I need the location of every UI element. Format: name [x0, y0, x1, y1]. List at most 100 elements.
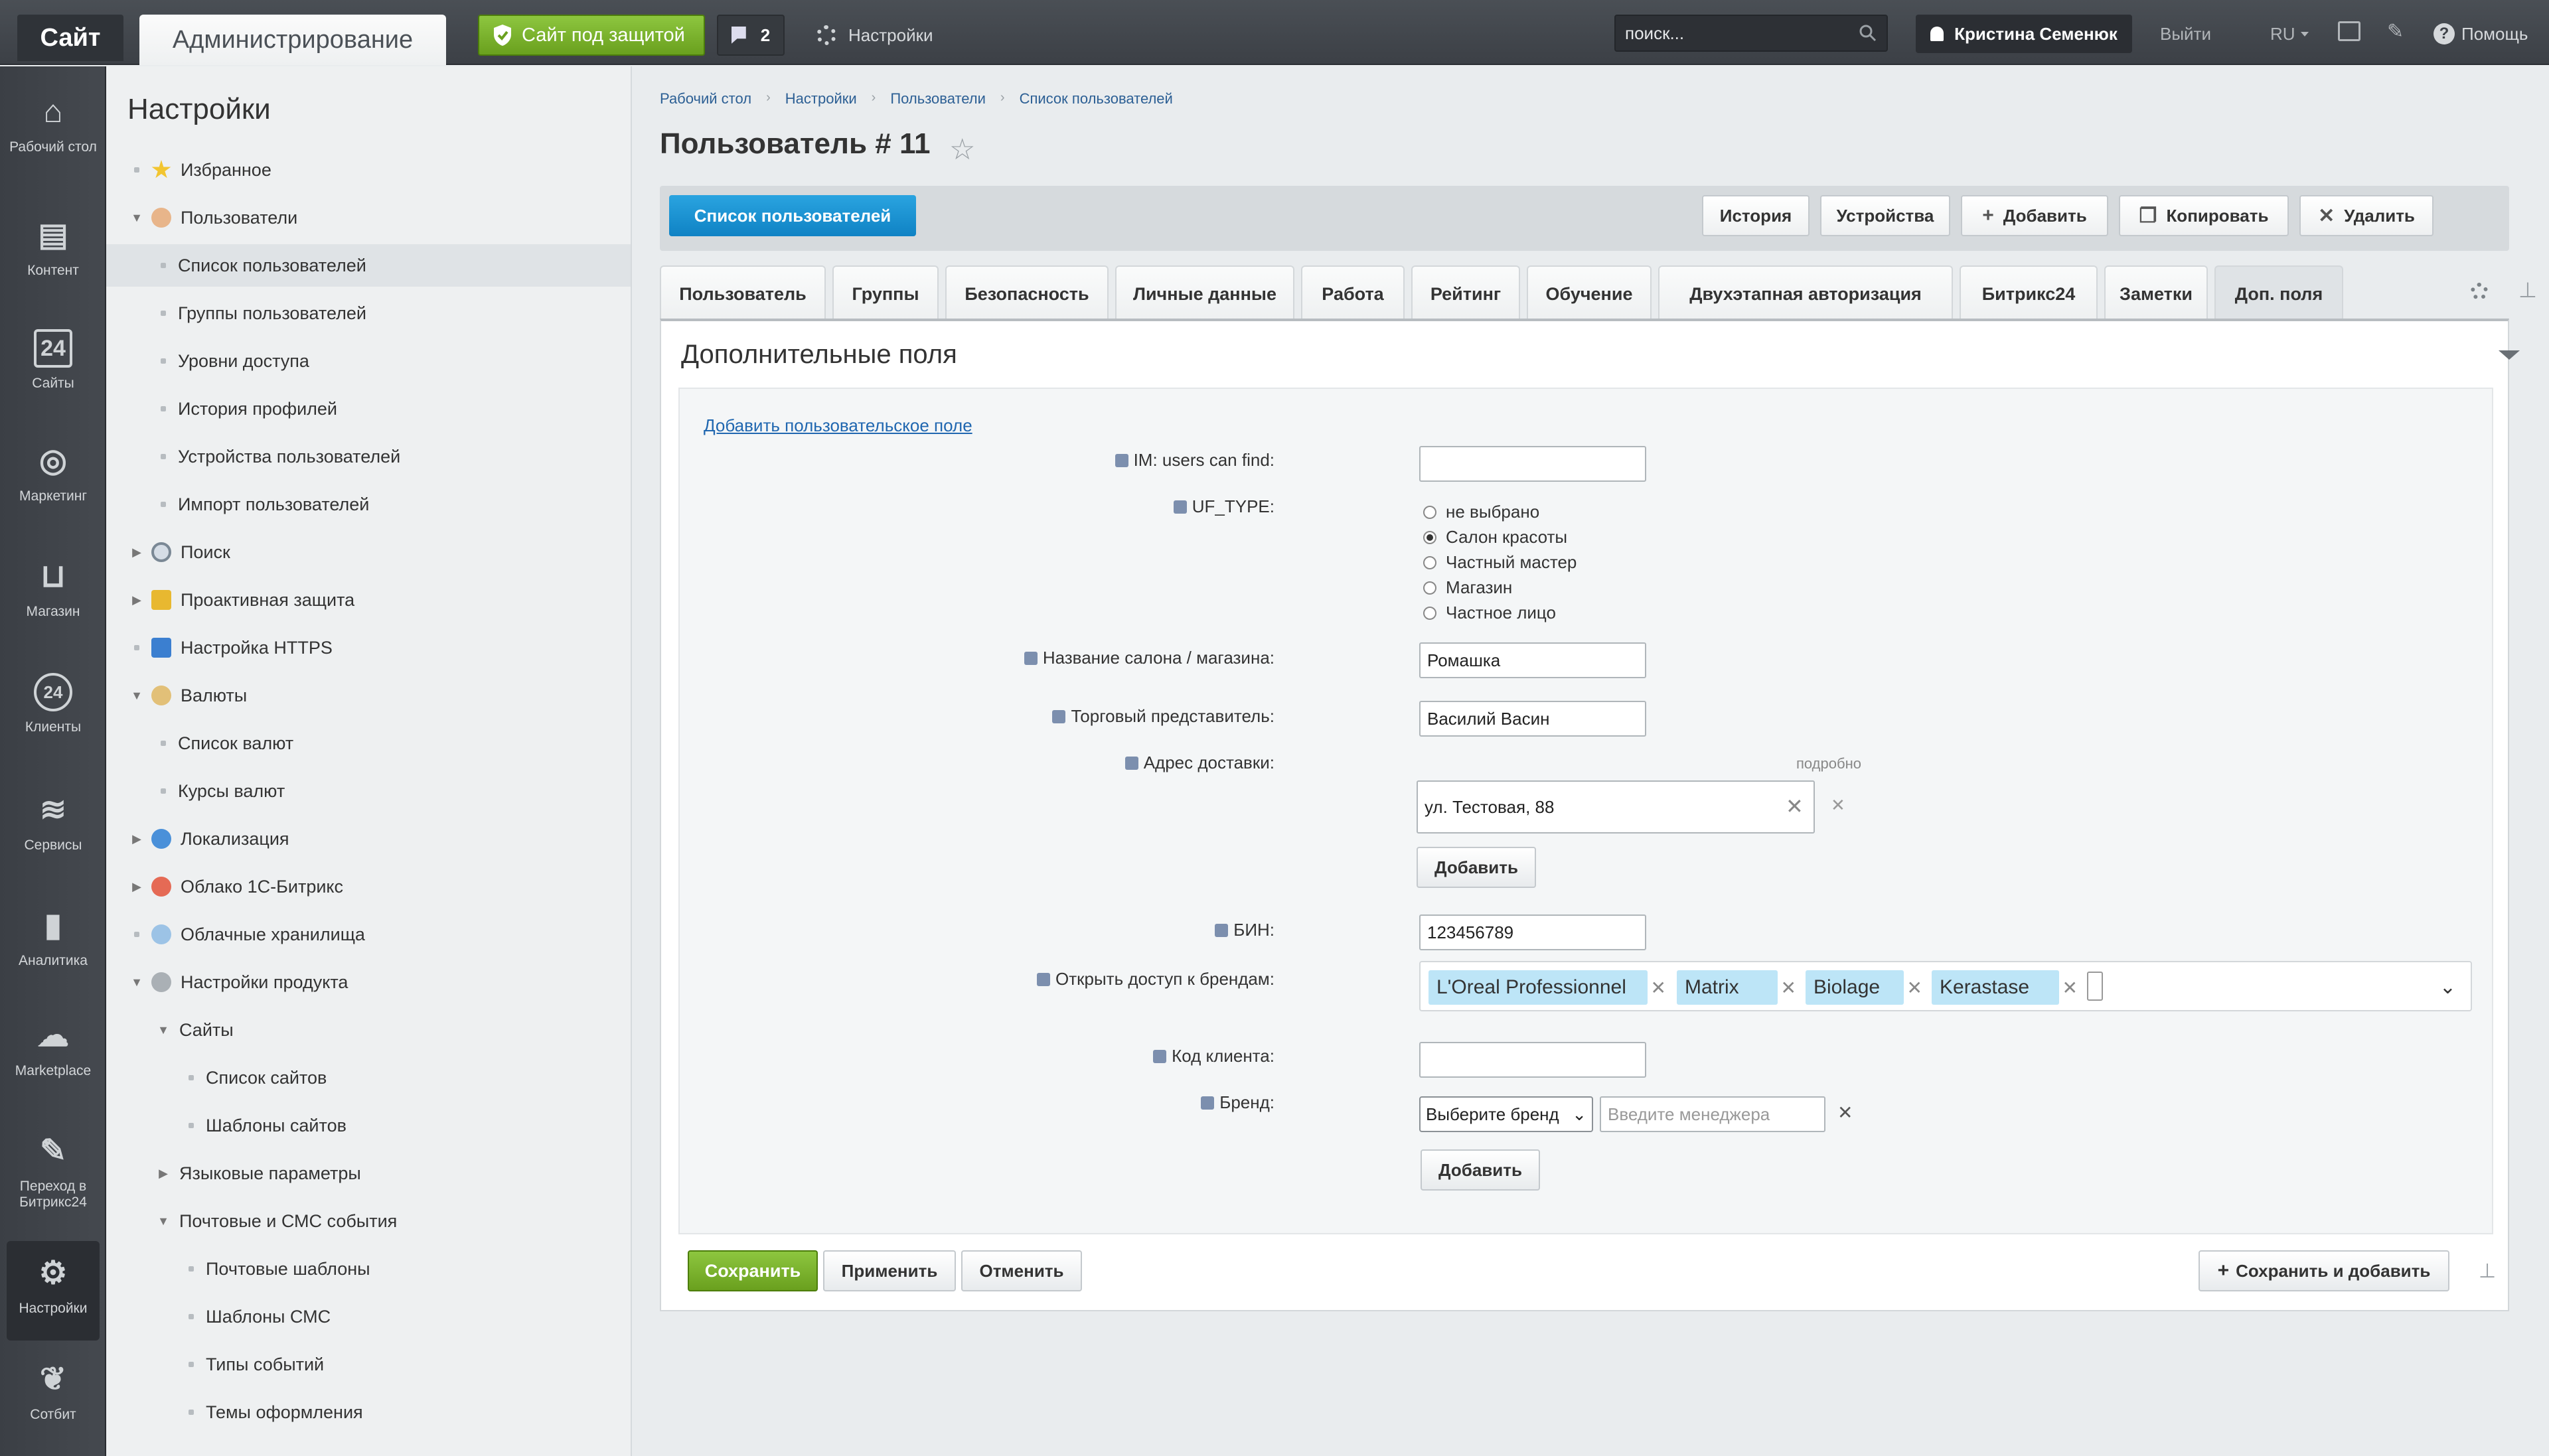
- uf-type-radio[interactable]: Салон красоты: [1423, 527, 1567, 547]
- menu-item[interactable]: Облачные хранилища: [106, 913, 631, 956]
- tab-rating[interactable]: Рейтинг: [1411, 265, 1520, 321]
- im-search-input[interactable]: [1419, 446, 1646, 482]
- menu-item[interactable]: Темы оформления: [106, 1391, 631, 1433]
- brands-multiselect[interactable]: L'Oreal Professionnel ✕ Matrix ✕ Biolage ✕ …: [1419, 961, 2472, 1011]
- language-select[interactable]: RU: [2270, 20, 2309, 48]
- history-button[interactable]: История: [1702, 195, 1810, 236]
- menu-item[interactable]: ▼ Валюты: [106, 674, 631, 717]
- radio-button[interactable]: [1423, 555, 1436, 569]
- radio-button[interactable]: [1423, 606, 1436, 620]
- nav-analytics[interactable]: ▮ Аналитика: [0, 907, 106, 969]
- menu-item[interactable]: Настройка HTTPS: [106, 626, 631, 669]
- add-button[interactable]: + Добавить: [1961, 195, 2108, 236]
- tab-work[interactable]: Работа: [1301, 265, 1405, 321]
- tab-groups[interactable]: Группы: [832, 265, 939, 321]
- address-detail-link[interactable]: подробно: [1796, 755, 1861, 772]
- remove-address-icon[interactable]: ✕: [1831, 795, 1845, 816]
- cancel-button[interactable]: Отменить: [961, 1250, 1082, 1291]
- tab-two-factor[interactable]: Двухэтапная авторизация: [1658, 265, 1953, 321]
- breadcrumb-item[interactable]: Рабочий стол: [660, 90, 751, 108]
- remove-chip-icon[interactable]: ✕: [1781, 977, 1796, 999]
- pin-icon[interactable]: ⊥: [2518, 277, 2537, 303]
- menu-item[interactable]: ▼ Сайты: [106, 1009, 631, 1051]
- nav-sites[interactable]: 24 Сайты: [0, 329, 106, 392]
- window-icon[interactable]: [2338, 21, 2360, 41]
- menu-item[interactable]: Избранное: [106, 149, 631, 191]
- uf-type-radio[interactable]: Магазин: [1423, 577, 1512, 598]
- menu-item[interactable]: Почтовые шаблоны: [106, 1248, 631, 1290]
- breadcrumb-item[interactable]: Пользователи: [890, 90, 986, 108]
- remove-brand-row-icon[interactable]: ✕: [1837, 1102, 1853, 1124]
- nav-services[interactable]: ≋ Сервисы: [0, 791, 106, 853]
- brand-search-input[interactable]: [2087, 972, 2103, 1001]
- menu-item[interactable]: Шаблоны сайтов: [106, 1104, 631, 1147]
- notifications-button[interactable]: 2: [717, 15, 785, 56]
- remove-chip-icon[interactable]: ✕: [1907, 977, 1922, 999]
- pin-icon[interactable]: ⊥: [2479, 1260, 2496, 1283]
- save-and-add-button[interactable]: + Сохранить и добавить: [2199, 1250, 2449, 1291]
- uf-type-radio[interactable]: Частный мастер: [1423, 552, 1577, 573]
- gear-icon[interactable]: [2471, 283, 2488, 300]
- menu-item[interactable]: Уровни доступа: [106, 340, 631, 382]
- tab-personal[interactable]: Личные данные: [1115, 265, 1294, 321]
- nav-settings[interactable]: ⚙ Настройки: [7, 1241, 100, 1341]
- nav-content[interactable]: ▤ Контент: [0, 216, 106, 279]
- nav-bitrix24[interactable]: ✎ Переход в Битрикс24: [0, 1132, 106, 1210]
- favorite-star-icon[interactable]: ☆: [949, 133, 975, 167]
- pin-icon[interactable]: ✎: [2387, 20, 2407, 42]
- search-input[interactable]: поиск...: [1614, 15, 1888, 52]
- copy-button[interactable]: ❐ Копировать: [2119, 195, 2289, 236]
- uf-type-radio[interactable]: не выбрано: [1423, 502, 1539, 522]
- nav-sotbit[interactable]: ❦ Сотбит: [0, 1360, 106, 1423]
- nav-marketing[interactable]: ◎ Маркетинг: [0, 442, 106, 504]
- collapse-arrow-icon[interactable]: [2499, 350, 2520, 370]
- site-button[interactable]: Сайт: [17, 15, 123, 61]
- help-link[interactable]: ? Помощь: [2433, 20, 2528, 48]
- nav-shop[interactable]: ⊔ Магазин: [0, 557, 106, 620]
- site-protected-button[interactable]: Сайт под защитой: [478, 15, 705, 56]
- add-address-button[interactable]: Добавить: [1417, 847, 1536, 888]
- user-menu-button[interactable]: Кристина Семенюк: [1916, 15, 2132, 53]
- menu-item[interactable]: Типы событий: [106, 1343, 631, 1386]
- radio-button[interactable]: [1423, 505, 1436, 519]
- manager-input[interactable]: Введите менеджера: [1600, 1096, 1825, 1132]
- logout-link[interactable]: Выйти: [2160, 20, 2211, 48]
- sales-rep-input[interactable]: Василий Васин: [1419, 701, 1646, 737]
- menu-item[interactable]: ▶ Облако 1С-Битрикс: [106, 865, 631, 908]
- menu-item[interactable]: Группы пользователей: [106, 292, 631, 334]
- menu-item[interactable]: Шаблоны СМС: [106, 1295, 631, 1338]
- chevron-down-icon[interactable]: ⌄: [2439, 976, 2456, 999]
- client-code-input[interactable]: [1419, 1042, 1646, 1078]
- settings-link[interactable]: Настройки: [816, 19, 933, 52]
- address-input[interactable]: ул. Тестовая, 88: [1417, 780, 1815, 834]
- delete-button[interactable]: ✕ Удалить: [2299, 195, 2433, 236]
- menu-item-selected[interactable]: Список пользователей: [106, 244, 631, 287]
- menu-item[interactable]: ▶ Языковые параметры: [106, 1152, 631, 1195]
- add-brand-button[interactable]: Добавить: [1421, 1149, 1540, 1191]
- menu-item[interactable]: Импорт пользователей: [106, 483, 631, 526]
- remove-chip-icon[interactable]: ✕: [1651, 977, 1666, 999]
- bin-input[interactable]: 123456789: [1419, 914, 1646, 950]
- menu-item[interactable]: ▶ Проактивная защита: [106, 579, 631, 621]
- remove-chip-icon[interactable]: ✕: [2062, 977, 2078, 999]
- tab-notes[interactable]: Заметки: [2104, 265, 2208, 321]
- menu-item[interactable]: ▼ Пользователи: [106, 196, 631, 239]
- radio-button[interactable]: [1423, 581, 1436, 595]
- nav-desktop[interactable]: ⌂ Рабочий стол: [0, 93, 106, 155]
- save-button[interactable]: Сохранить: [688, 1250, 818, 1291]
- clear-address-icon[interactable]: ✕: [1786, 794, 1804, 819]
- tab-user[interactable]: Пользователь: [660, 265, 826, 321]
- admin-tab[interactable]: Администрирование: [139, 15, 446, 65]
- menu-item[interactable]: Курсы валют: [106, 770, 631, 812]
- menu-item[interactable]: ▼ Настройки продукта: [106, 961, 631, 1003]
- salon-name-input[interactable]: Ромашка: [1419, 642, 1646, 678]
- uf-type-radio[interactable]: Частное лицо: [1423, 603, 1556, 623]
- tab-security[interactable]: Безопасность: [945, 265, 1109, 321]
- menu-item[interactable]: ▼ Почтовые и СМС события: [106, 1200, 631, 1242]
- radio-button[interactable]: [1423, 530, 1436, 544]
- breadcrumb-item[interactable]: Список пользователей: [1020, 90, 1173, 108]
- menu-item[interactable]: Устройства пользователей: [106, 435, 631, 478]
- tab-training[interactable]: Обучение: [1527, 265, 1652, 321]
- tab-bitrix24[interactable]: Битрикс24: [1960, 265, 2098, 321]
- devices-button[interactable]: Устройства: [1820, 195, 1950, 236]
